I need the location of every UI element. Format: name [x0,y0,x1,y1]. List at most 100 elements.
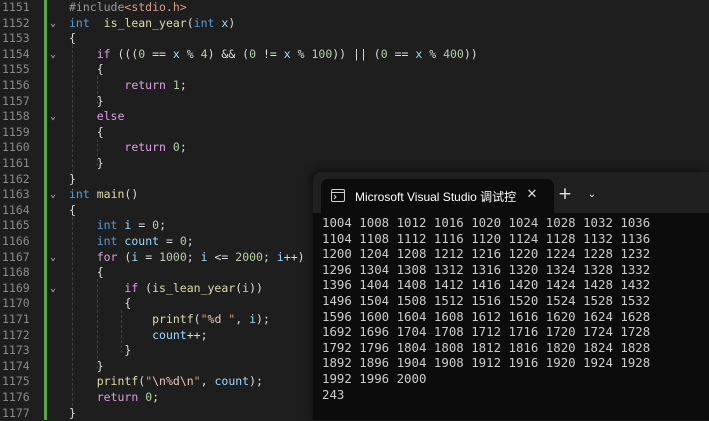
fold-chevron-icon[interactable]: ⌄ [48,109,58,125]
line-number: 1177 [2,405,30,420]
code-token: ++; [186,327,208,342]
console-tab[interactable]: Microsoft Visual Studio 调试控 ✕ [321,179,554,213]
fold-chevron-icon [48,62,58,78]
code-line[interactable]: 1152 ⌄ int is_lean_year(int x) [0,16,709,32]
code-token: 0 [380,46,388,61]
code-token: { [69,62,104,77]
fold-chevron-icon[interactable]: ⌄ [48,250,58,266]
code-text[interactable]: { [69,125,104,141]
code-text[interactable]: if (is_lean_year(i)) [69,281,263,297]
code-text[interactable]: } [69,94,104,110]
fold-chevron-icon[interactable]: ⌄ [48,47,58,63]
fold-chevron-icon[interactable]: ⌄ [48,16,58,32]
line-number: 1156 [2,78,30,92]
code-token: 100 [311,46,333,61]
code-token: int [96,218,118,233]
line-number: 1153 [2,31,30,46]
code-token: count [152,327,187,342]
line-number: 1163 [2,187,30,202]
line-number: 1175 [2,374,30,389]
code-line[interactable]: 1161 } [0,156,709,172]
code-line[interactable]: 1156 return 1; [0,78,709,94]
code-line[interactable]: 1160 return 0; [0,140,709,156]
code-token: ); [256,312,270,326]
code-token: ; [186,249,201,264]
code-line[interactable]: 1159 { [0,125,709,141]
code-line[interactable]: 1158 ⌄ else [0,109,709,125]
code-text[interactable]: } [69,172,76,188]
code-text[interactable]: } [69,406,76,421]
code-line[interactable]: 1157 } [0,94,709,110]
code-text[interactable]: int is_lean_year(int x) [69,16,235,32]
code-token: 1000 [159,249,187,264]
code-text[interactable]: if (((0 == x % 4) && (0 != x % 100)) || … [69,47,478,63]
code-text[interactable]: { [69,31,76,47]
code-token: int [193,15,215,30]
code-token: else [96,109,125,124]
code-text[interactable]: { [69,265,104,281]
fold-chevron-icon[interactable]: ⌄ [48,187,58,203]
console-output-line: 1004 1008 1012 1016 1020 1024 1028 1032 … [322,215,651,230]
code-line[interactable]: 1154 ⌄ if (((0 == x % 4) && (0 != x % 100… [0,47,709,63]
code-text[interactable]: for (i = 1000; i <= 2000; i++) [69,250,305,266]
code-token: 2000 [235,249,263,264]
code-text[interactable]: { [69,203,76,219]
code-line[interactable]: 1151 #include<stdio.h> [0,0,709,16]
code-text[interactable]: return 0; [69,140,186,156]
code-token: ((( [110,46,139,61]
code-text[interactable]: int count = 0; [69,234,194,250]
code-text[interactable]: printf("%d ", i); [69,312,270,328]
code-text[interactable]: } [69,343,131,359]
code-token: , [200,374,215,389]
code-token: % [422,46,444,61]
code-token: = [138,249,160,264]
code-line[interactable]: 1155 { [0,62,709,78]
line-number: 1154 [2,46,30,61]
code-line[interactable]: 1153 { [0,31,709,47]
line-number: 1170 [2,296,30,311]
code-token: } [69,171,76,186]
fold-chevron-icon [48,234,58,250]
line-number: 1157 [2,93,30,108]
line-number: 1176 [2,390,30,404]
code-text[interactable]: #include<stdio.h> [69,0,187,16]
debug-console-window[interactable]: Microsoft Visual Studio 调试控 ✕ + ⌄ 1004 1… [313,172,709,420]
new-tab-icon[interactable]: + [553,184,577,206]
fold-chevron-icon[interactable]: ⌄ [48,281,58,297]
code-token: { [69,296,132,311]
code-token: 1 [172,78,180,92]
close-icon[interactable]: ✕ [521,184,543,206]
code-token: x [172,46,180,61]
code-text[interactable]: return 1; [69,78,186,94]
line-number: 1166 [2,234,30,248]
code-text[interactable]: printf("\n%d\n", count); [69,374,263,390]
code-token: { [69,31,76,46]
code-text[interactable]: } [69,359,104,375]
code-text[interactable]: { [69,296,131,312]
code-text[interactable]: return 0; [69,390,159,406]
code-token: printf [152,312,194,326]
code-text[interactable]: int i = 0; [69,218,166,234]
chevron-down-icon[interactable]: ⌄ [581,184,603,206]
fold-chevron-icon [48,31,58,47]
console-tab-title: Microsoft Visual Studio 调试控 [355,190,517,204]
code-text[interactable]: count++; [69,327,208,344]
line-number: 1155 [2,62,30,77]
code-text[interactable]: else [69,109,125,125]
console-output-line: 1396 1404 1408 1412 1416 1420 1424 1428 … [322,277,651,293]
code-token: " [221,312,236,326]
code-token: <= [207,249,236,264]
code-token: )) || ( [332,46,381,61]
code-text[interactable]: int main() [69,187,138,203]
code-text[interactable]: } [69,156,104,172]
line-number: 1174 [2,358,30,373]
code-token: == [145,46,173,61]
code-text[interactable]: { [69,62,104,78]
code-token: ; [159,218,167,233]
